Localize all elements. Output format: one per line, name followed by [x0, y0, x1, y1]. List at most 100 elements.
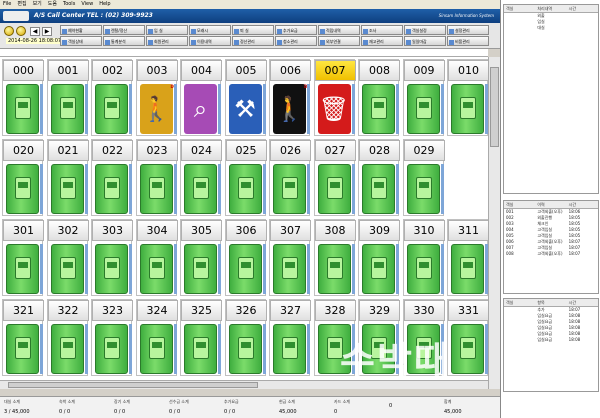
room-tile-302[interactable]: 302	[46, 219, 89, 296]
status-label: 합계	[444, 399, 452, 404]
room-tile-010[interactable]: 010	[447, 59, 488, 136]
room-tile-003[interactable]: 003 🚶 D	[135, 59, 178, 136]
room-tile-321[interactable]: 321	[2, 299, 44, 376]
toolbar-bottom-button-6[interactable]: 외부연결	[318, 36, 360, 46]
toolbar-bottom-button-3[interactable]: 이용내역	[189, 36, 231, 46]
event-list-top[interactable]: 객실 처리내역 시간 외출 입실 대실	[503, 4, 599, 194]
room-tile-304[interactable]: 304	[135, 219, 178, 296]
room-side-indicator	[40, 324, 43, 374]
room-tile-029[interactable]: 029	[402, 139, 445, 216]
column-header[interactable]: 객실	[504, 5, 535, 12]
menu-item-2[interactable]: 보기	[33, 1, 42, 7]
list-item[interactable]: 008 고객외출(오후) 18:07	[504, 251, 598, 257]
room-tile-306[interactable]: 306	[224, 219, 267, 296]
next-button[interactable]: ▶	[42, 27, 52, 36]
column-header[interactable]: 시간	[567, 201, 598, 208]
room-tile-324[interactable]: 324	[135, 299, 178, 376]
column-header[interactable]: 이력	[535, 201, 566, 208]
charge-list[interactable]: 객실 항목 시간 추가 18:07 입실요금 18:08 입실요금 18:08 입실요금 18:08…	[503, 298, 599, 392]
toolbar-top-button-9[interactable]: 설정관리	[447, 25, 489, 35]
toolbar-bottom-button-1[interactable]: 통계분석	[103, 36, 145, 46]
menu-item-1[interactable]: 편집	[17, 1, 26, 7]
menu-item-4[interactable]: Tools	[63, 1, 75, 7]
room-tile-331[interactable]: 331	[447, 299, 488, 376]
column-header[interactable]: 처리내역	[535, 5, 566, 12]
toolbar-top-button-1[interactable]: 렌탈/정산	[103, 25, 145, 35]
room-tile-303[interactable]: 303	[91, 219, 133, 296]
toolbar-top-button-0[interactable]: 예약현황	[60, 25, 102, 35]
history-list[interactable]: 객실 이력 시간 001 고객외출(오후) 18:06 002 외출진행 18:05 003 체크인…	[503, 200, 599, 294]
person-icon: 🚶	[139, 84, 173, 134]
room-tile-301[interactable]: 301	[2, 219, 44, 296]
room-tile-308[interactable]: 308	[313, 219, 356, 296]
column-header[interactable]: 객실	[504, 201, 535, 208]
room-tile-305[interactable]: 305	[180, 219, 222, 296]
toolbar-bottom-button-4[interactable]: 정산관리	[232, 36, 274, 46]
column-header[interactable]: 객실	[504, 299, 535, 306]
room-tile-020[interactable]: 020	[2, 139, 44, 216]
toolbar-top-button-3[interactable]: 모래시	[189, 25, 231, 35]
room-tile-009[interactable]: 009	[402, 59, 445, 136]
prev-button[interactable]: ◀	[30, 27, 40, 36]
hscroll-thumb[interactable]	[8, 382, 258, 388]
room-tile-002[interactable]: 002	[91, 59, 133, 136]
column-header[interactable]: 시간	[567, 5, 598, 12]
menu-item-0[interactable]: File	[3, 1, 11, 7]
room-tile-326[interactable]: 326	[224, 299, 267, 376]
room-tile-309[interactable]: 309	[358, 219, 400, 296]
room-number: 322	[47, 300, 89, 321]
room-tile-025[interactable]: 025	[224, 139, 267, 216]
room-tile-007[interactable]: 007 🗑	[313, 59, 356, 136]
status-lamp-2[interactable]	[16, 26, 26, 36]
menu-item-6[interactable]: Help	[99, 1, 110, 7]
list-item[interactable]: 입실요금 18:08	[504, 337, 598, 343]
toolbar-bottom-button-9[interactable]: 비품관리	[447, 36, 489, 46]
room-tile-311[interactable]: 311	[447, 219, 488, 296]
room-number: 304	[136, 220, 178, 241]
menu-item-5[interactable]: View	[81, 1, 93, 7]
vertical-scrollbar[interactable]	[488, 57, 500, 389]
column-header[interactable]: 시간	[567, 299, 598, 306]
toolbar-top-button-8[interactable]: 객실설정	[404, 25, 446, 35]
status-cell-0: 대실 소계 3 / 45,000	[4, 399, 62, 417]
room-tile-005[interactable]: 005 ⚒	[224, 59, 267, 136]
room-tile-323[interactable]: 323	[91, 299, 133, 376]
toolbar-top-button-2[interactable]: 입 실	[146, 25, 188, 35]
room-tile-023[interactable]: 023	[135, 139, 178, 216]
room-tile-327[interactable]: 327	[269, 299, 311, 376]
room-tile-006[interactable]: 006 🚶 D	[269, 59, 311, 136]
status-bar: 대실 소계 3 / 45,000 숙박 소계 0 / 0 장기 소계 0 / 0 선수금 소…	[0, 396, 500, 418]
toolbar-top-button-5[interactable]: 추가요금	[275, 25, 317, 35]
room-tile-310[interactable]: 310	[402, 219, 445, 296]
list-item[interactable]: 대실	[504, 25, 598, 31]
room-tile-027[interactable]: 027	[313, 139, 356, 216]
room-tile-021[interactable]: 021	[46, 139, 89, 216]
room-tile-001[interactable]: 001	[46, 59, 89, 136]
toolbar-bottom-button-5[interactable]: 청소관리	[275, 36, 317, 46]
toolbar-bottom-button-0[interactable]: 객실상태	[60, 36, 102, 46]
room-tile-325[interactable]: 325	[180, 299, 222, 376]
room-tile-004[interactable]: 004 ⌕	[180, 59, 222, 136]
room-tile-322[interactable]: 322	[46, 299, 89, 376]
room-tile-024[interactable]: 024	[180, 139, 222, 216]
toolbar-top-button-6[interactable]: 적립내역	[318, 25, 360, 35]
room-tile-026[interactable]: 026	[269, 139, 311, 216]
column-header[interactable]: 항목	[535, 299, 566, 306]
toolbar-bottom-button-2[interactable]: 회원관리	[146, 36, 188, 46]
room-tile-008[interactable]: 008	[358, 59, 400, 136]
toolbar-top-button-7[interactable]: 조사	[361, 25, 403, 35]
room-tile-022[interactable]: 022	[91, 139, 133, 216]
toolbar-label: 퇴 실	[240, 28, 249, 33]
room-tile-028[interactable]: 028	[358, 139, 400, 216]
toolbar-top-button-4[interactable]: 퇴 실	[232, 25, 274, 35]
status-cell-4: 추가요금 0 / 0	[224, 399, 282, 417]
toolbar-bottom-button-7[interactable]: 재고관리	[361, 36, 403, 46]
vacant-room-icon	[6, 244, 39, 294]
status-lamp-1[interactable]	[4, 26, 14, 36]
toolbar-bottom-button-8[interactable]: 일일마감	[404, 36, 446, 46]
toolbar-label: 추가요금	[283, 28, 298, 33]
menu-item-3[interactable]: 도움	[48, 1, 57, 7]
room-tile-000[interactable]: 000	[2, 59, 44, 136]
vscroll-thumb[interactable]	[490, 67, 499, 147]
room-tile-307[interactable]: 307	[269, 219, 311, 296]
